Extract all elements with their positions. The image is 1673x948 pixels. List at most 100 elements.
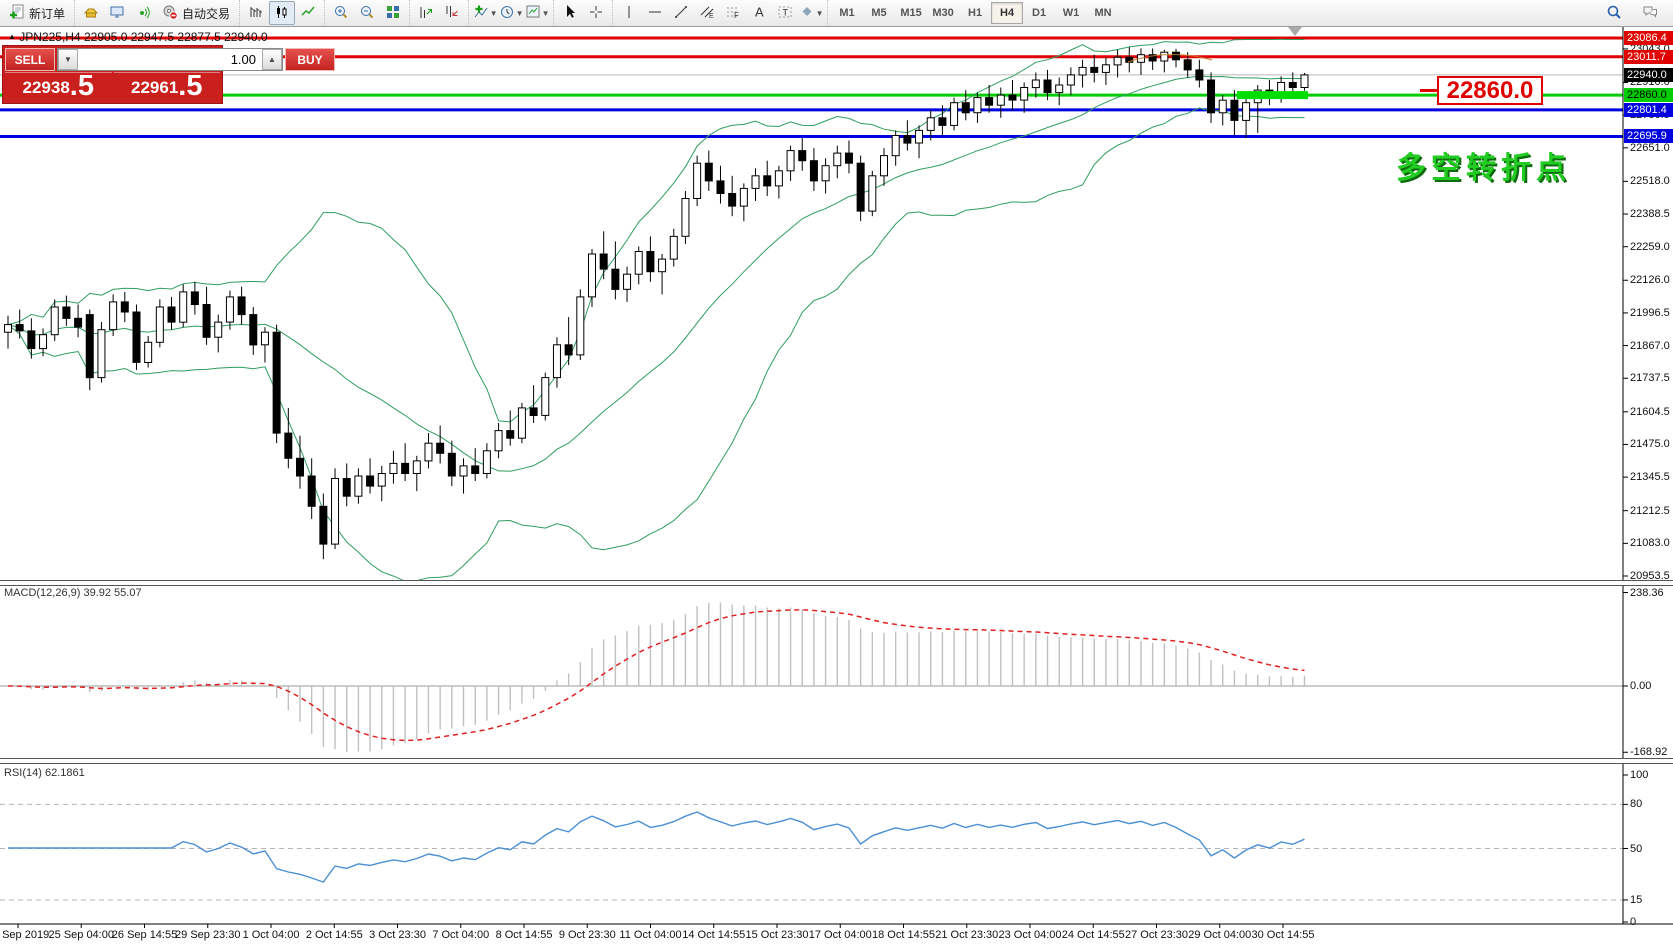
channel-icon: E: [699, 4, 715, 23]
timeframe-m1[interactable]: M1: [831, 2, 863, 24]
buy-price[interactable]: 22961.5: [114, 72, 221, 101]
buy-button[interactable]: BUY: [285, 48, 335, 71]
timeframe-h4[interactable]: H4: [991, 2, 1023, 24]
svg-text:E: E: [709, 13, 714, 20]
toolbar-button-label: 自动交易: [182, 5, 230, 22]
toolbar-button-label: 新订单: [29, 5, 65, 22]
time-tick-label: 23 Oct 04:00: [999, 929, 1062, 941]
panel-separator[interactable]: [0, 580, 1673, 586]
price-tick-label: 22259.0: [1630, 241, 1670, 253]
chart-shift-marker-icon[interactable]: [1288, 27, 1302, 36]
candlestick-chart-button[interactable]: [269, 1, 295, 25]
volume-increase-button[interactable]: ▲: [262, 49, 282, 70]
shapes-button[interactable]: ▼: [798, 1, 824, 25]
svg-text:F: F: [734, 11, 739, 20]
line-chart-button[interactable]: [295, 1, 321, 25]
toolbar-group: 自动交易: [74, 0, 239, 26]
time-tick-label: 25 Sep 04:00: [49, 929, 114, 941]
toolbar-group: 新订单: [0, 0, 74, 26]
macd-tick-label: -168.92: [1630, 746, 1667, 758]
tile-windows-button[interactable]: [380, 1, 406, 25]
price-tick-label: 22651.0: [1630, 142, 1670, 154]
screen-button[interactable]: [104, 1, 130, 25]
timeframe-mn[interactable]: MN: [1087, 2, 1119, 24]
toolbar-group: [324, 0, 409, 26]
volume-decrease-button[interactable]: ▼: [58, 49, 78, 70]
bar-chart-icon: [248, 4, 264, 23]
cursor-button[interactable]: [557, 1, 583, 25]
time-tick-label: 15 Oct 23:30: [746, 929, 809, 941]
timeframe-m30[interactable]: M30: [927, 2, 959, 24]
price-tick-label: 22126.0: [1630, 274, 1670, 286]
panel-separator[interactable]: [0, 758, 1673, 764]
volume-input[interactable]: [78, 49, 262, 70]
price-tick-label: 21083.0: [1630, 537, 1670, 549]
vertical-line-button[interactable]: [616, 1, 642, 25]
sell-button[interactable]: SELL: [5, 48, 55, 71]
mt4-terminal: 新订单自动交易▼▼▼EFAT▼M1M5M15M30H1H4D1W1MN ▲ JP…: [0, 0, 1673, 948]
rsi-indicator-label: RSI(14) 62.1861: [4, 767, 85, 779]
period-clock-button[interactable]: ▼: [498, 1, 524, 25]
new-order-button[interactable]: 新订单: [3, 2, 71, 24]
add-indicator-icon: [473, 4, 489, 23]
toolbar-group: ▼▼▼: [468, 0, 553, 26]
label-button[interactable]: T: [772, 1, 798, 25]
chart-title: ▲ JPN225,H4 22905.0 22947.5 22877.5 2294…: [8, 30, 268, 44]
time-tick-label: 21 Oct 23:30: [935, 929, 998, 941]
add-indicator-button[interactable]: ▼: [472, 1, 498, 25]
crosshair-button[interactable]: [583, 1, 609, 25]
timeframe-d1[interactable]: D1: [1023, 2, 1055, 24]
buy-price-fraction: .5: [178, 73, 202, 100]
timeframe-h1[interactable]: H1: [959, 2, 991, 24]
autotrade-button[interactable]: 自动交易: [156, 2, 236, 24]
timeframe-m15[interactable]: M15: [895, 2, 927, 24]
chevron-down-icon: ▼: [490, 9, 498, 18]
time-tick-label: 26 Sep 14:55: [112, 929, 177, 941]
time-tick-label: 14 Oct 14:55: [682, 929, 745, 941]
gold-button[interactable]: [78, 1, 104, 25]
time-tick-label: 30 Oct 14:55: [1252, 929, 1315, 941]
channel-button[interactable]: E: [694, 1, 720, 25]
price-tick-label: 21867.0: [1630, 340, 1670, 352]
time-tick-label: 1 Oct 04:00: [243, 929, 300, 941]
volume-stepper[interactable]: ▼ ▲: [57, 48, 283, 71]
sell-price[interactable]: 22938.5: [5, 72, 112, 101]
timeframe-m5[interactable]: M5: [863, 2, 895, 24]
price-level-flag: 22860.0: [1624, 88, 1673, 102]
horizontal-line-button[interactable]: [642, 1, 668, 25]
zoom-in-button[interactable]: [328, 1, 354, 25]
chart-text-annotation[interactable]: 多空转折点: [1396, 143, 1571, 187]
rsi-tick-label: 50: [1630, 843, 1642, 855]
timeframe-w1[interactable]: W1: [1055, 2, 1087, 24]
search-button[interactable]: [1601, 1, 1627, 25]
text-button[interactable]: A: [746, 1, 772, 25]
arrange-down-icon: [444, 4, 460, 23]
price-level-flag: 23086.4: [1624, 31, 1673, 45]
chat-button[interactable]: [1637, 1, 1663, 25]
zoom-in-icon: [333, 4, 349, 23]
bar-chart-button[interactable]: [243, 1, 269, 25]
shapes-icon: [799, 4, 815, 23]
new-order-icon: [9, 4, 25, 23]
time-axis[interactable]: 23 Sep 201925 Sep 04:0026 Sep 14:5529 Se…: [0, 925, 1673, 948]
zoom-out-button[interactable]: [354, 1, 380, 25]
price-level-callout[interactable]: 22860.0: [1437, 76, 1543, 105]
trendline-button[interactable]: [668, 1, 694, 25]
fibonacci-button[interactable]: F: [720, 1, 746, 25]
candlestick-chart-icon: [274, 4, 290, 23]
time-tick-label: 29 Oct 04:00: [1188, 929, 1251, 941]
signal-button[interactable]: [130, 1, 156, 25]
price-level-flag: 22801.4: [1624, 103, 1673, 117]
template-button[interactable]: ▼: [524, 1, 550, 25]
chevron-down-icon: ▼: [516, 9, 524, 18]
arrange-down-button[interactable]: [439, 1, 465, 25]
price-tick-label: 22518.0: [1630, 175, 1670, 187]
svg-text:A: A: [755, 4, 764, 19]
timeframe-group: M1M5M15M30H1H4D1W1MN: [827, 0, 1122, 26]
time-tick-label: 9 Oct 23:30: [559, 929, 616, 941]
gold-icon: [83, 4, 99, 23]
zoom-out-icon: [359, 4, 375, 23]
arrange-up-button[interactable]: [413, 1, 439, 25]
label-icon: T: [777, 4, 793, 23]
crosshair-icon: [588, 4, 604, 23]
